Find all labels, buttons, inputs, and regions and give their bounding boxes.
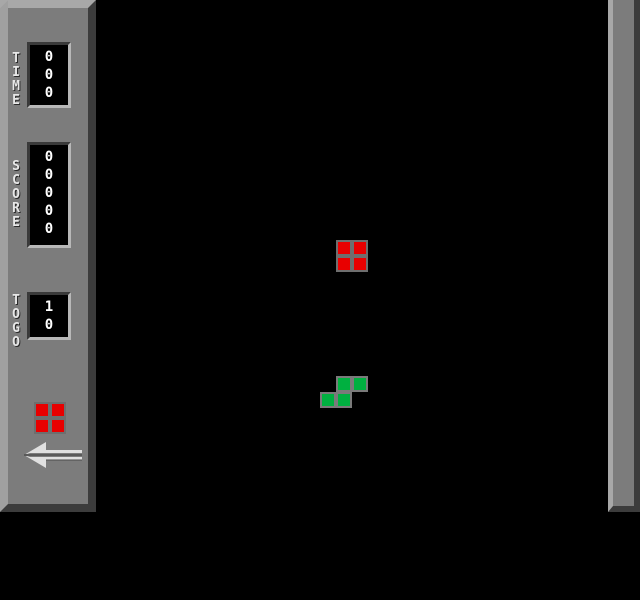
score-counter: 0 0 0 0 0	[27, 142, 71, 248]
score-label-char: E	[12, 215, 20, 230]
s-piece-cell	[336, 392, 352, 408]
score-label-char: O	[12, 187, 20, 202]
falling-piece-cell	[336, 240, 352, 256]
togo-label: T O G O	[9, 294, 23, 350]
score-digit: 0	[44, 221, 54, 237]
time-label: T I M E	[9, 52, 23, 108]
left-arrow-icon[interactable]	[22, 440, 84, 470]
togo-label-char: T	[12, 293, 20, 308]
time-digit: 0	[44, 49, 54, 65]
score-digit: 0	[44, 167, 54, 183]
s-piece-cell	[336, 376, 352, 392]
togo-label-char: O	[12, 335, 20, 350]
score-label-char: S	[12, 159, 20, 174]
togo-digit: 0	[44, 317, 54, 333]
score-digit: 0	[44, 149, 54, 165]
time-label-char: M	[12, 79, 20, 94]
togo-label-char: O	[12, 307, 20, 322]
time-label-char: T	[12, 51, 20, 66]
score-label-char: C	[12, 173, 20, 188]
score-label: S C O R E	[9, 160, 23, 230]
next-piece-cell	[34, 402, 50, 418]
score-label-char: R	[12, 201, 20, 216]
togo-digit: 1	[44, 299, 54, 315]
time-label-char: E	[12, 93, 20, 108]
score-digit: 0	[44, 185, 54, 201]
next-piece-cell	[50, 418, 66, 434]
next-piece-cell	[50, 402, 66, 418]
time-digit: 0	[44, 85, 54, 101]
s-piece-cell	[352, 376, 368, 392]
time-label-char: I	[12, 65, 20, 80]
game-screen: T I M E 0 0 0 S C O R E 0 0 0 0 0 T O G …	[0, 0, 640, 600]
right-wall	[608, 0, 640, 512]
togo-counter: 1 0	[27, 292, 71, 340]
falling-piece-cell	[352, 256, 368, 272]
s-piece-cell	[320, 392, 336, 408]
falling-piece-cell	[336, 256, 352, 272]
time-digit: 0	[44, 67, 54, 83]
next-piece-cell	[34, 418, 50, 434]
falling-piece-cell	[352, 240, 368, 256]
togo-label-char: G	[12, 321, 20, 336]
time-counter: 0 0 0	[27, 42, 71, 108]
score-digit: 0	[44, 203, 54, 219]
